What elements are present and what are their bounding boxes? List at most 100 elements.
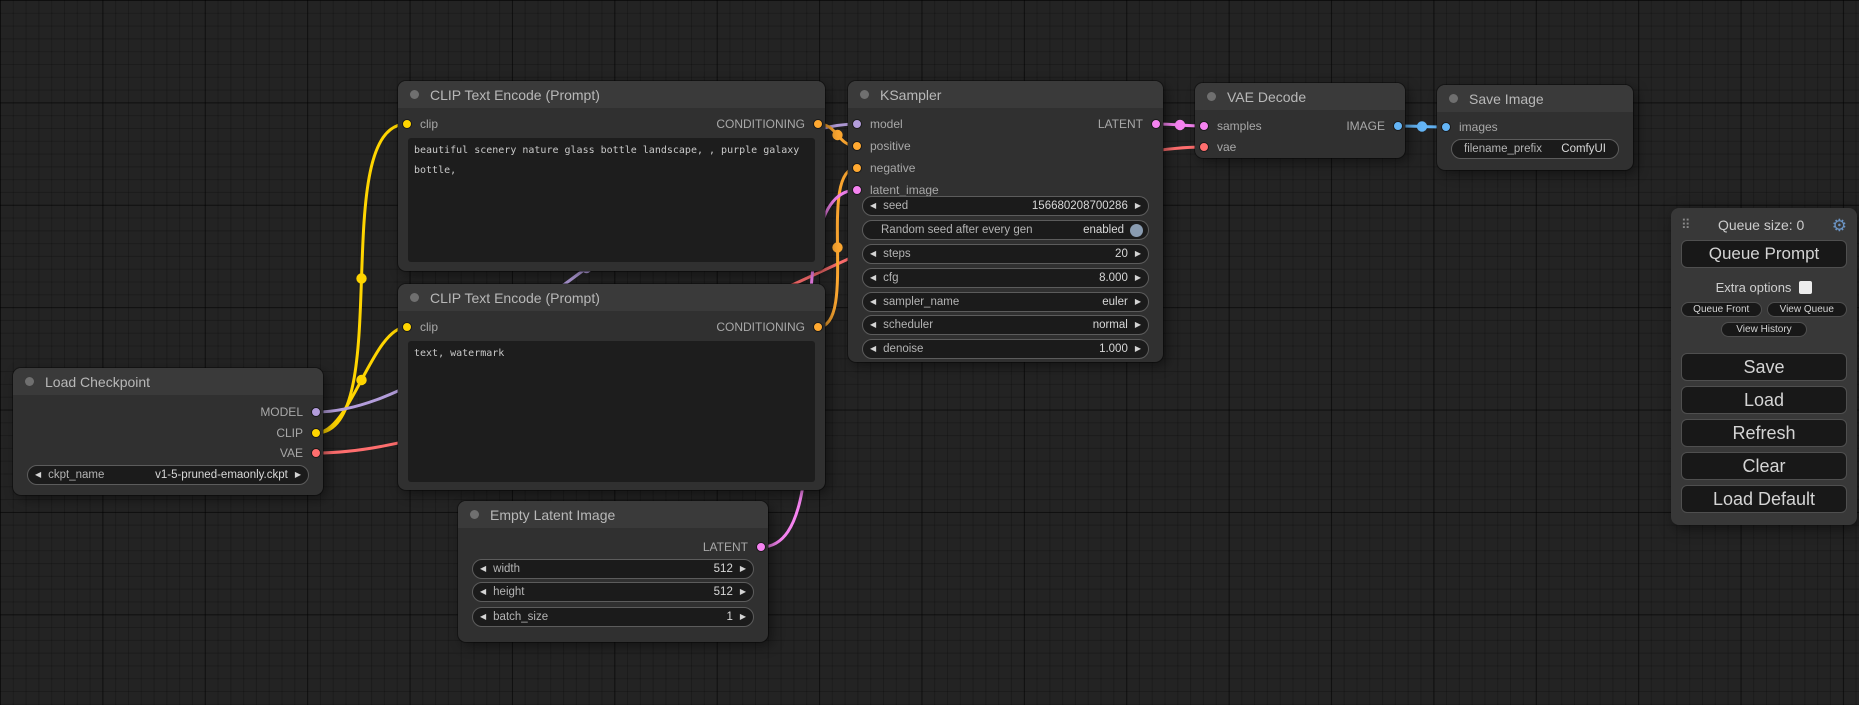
- output-port-LATENT: LATENT: [1098, 114, 1163, 134]
- node-load-checkpoint[interactable]: Load CheckpointMODELCLIPVAE◀ckpt_namev1-…: [13, 368, 323, 495]
- node-title-bar[interactable]: Empty Latent Image: [458, 501, 768, 528]
- node-title-bar[interactable]: Save Image: [1437, 85, 1633, 112]
- increment-arrow-icon[interactable]: ▶: [733, 583, 753, 601]
- input-port-images: images: [1437, 117, 1498, 137]
- latent_image-input-dot[interactable]: [852, 185, 862, 195]
- input-port-samples: samples: [1195, 116, 1262, 136]
- prompt-textarea[interactable]: beautiful scenery nature glass bottle la…: [408, 138, 815, 262]
- widget-width[interactable]: ◀width512▶: [472, 559, 754, 579]
- decrement-arrow-icon[interactable]: ◀: [863, 316, 883, 334]
- widget-seed[interactable]: ◀seed156680208700286▶: [862, 196, 1149, 216]
- view-history-button[interactable]: View History: [1721, 322, 1807, 337]
- LATENT-output-dot[interactable]: [756, 542, 766, 552]
- model-input-dot[interactable]: [852, 119, 862, 129]
- node-title-bar[interactable]: KSampler: [848, 81, 1163, 108]
- positive-input-dot[interactable]: [852, 141, 862, 151]
- decrement-arrow-icon[interactable]: ◀: [863, 293, 883, 311]
- widget-height[interactable]: ◀height512▶: [472, 582, 754, 602]
- widget-cfg[interactable]: ◀cfg8.000▶: [862, 268, 1149, 288]
- link-midpoint-dot[interactable]: [356, 273, 366, 283]
- decrement-arrow-icon[interactable]: ◀: [863, 245, 883, 263]
- increment-arrow-icon[interactable]: ▶: [1128, 293, 1148, 311]
- node-title-label: Empty Latent Image: [490, 507, 615, 523]
- node-clip-text-encode-positive[interactable]: CLIP Text Encode (Prompt)clipCONDITIONIN…: [398, 81, 825, 271]
- node-clip-text-encode-negative[interactable]: CLIP Text Encode (Prompt)clipCONDITIONIN…: [398, 284, 825, 490]
- increment-arrow-icon[interactable]: ▶: [1128, 316, 1148, 334]
- collapse-dot-icon[interactable]: [410, 293, 419, 302]
- CLIP-output-dot[interactable]: [311, 428, 321, 438]
- IMAGE-output-dot[interactable]: [1393, 121, 1403, 131]
- gear-icon[interactable]: ⚙: [1832, 217, 1847, 234]
- widget-batch_size[interactable]: ◀batch_size1▶: [472, 607, 754, 627]
- node-graph-canvas[interactable]: CLIP Text Encode (Prompt)clipCONDITIONIN…: [0, 0, 1859, 705]
- load-default-button[interactable]: Load Default: [1681, 485, 1847, 513]
- widget-denoise[interactable]: ◀denoise1.000▶: [862, 339, 1149, 359]
- decrement-arrow-icon[interactable]: ◀: [473, 583, 493, 601]
- save-button[interactable]: Save: [1681, 353, 1847, 381]
- node-vae-decode[interactable]: VAE DecodesamplesvaeIMAGE: [1195, 83, 1405, 158]
- increment-arrow-icon[interactable]: ▶: [1128, 197, 1148, 215]
- load-button[interactable]: Load: [1681, 386, 1847, 414]
- widget-scheduler[interactable]: ◀schedulernormal▶: [862, 315, 1149, 335]
- increment-arrow-icon[interactable]: ▶: [1128, 269, 1148, 287]
- link-midpoint-dot[interactable]: [832, 130, 842, 140]
- widget-sampler_name[interactable]: ◀sampler_nameeuler▶: [862, 292, 1149, 312]
- collapse-dot-icon[interactable]: [1449, 94, 1458, 103]
- toggle-knob-icon[interactable]: [1130, 224, 1143, 237]
- queue-front-button[interactable]: Queue Front: [1681, 302, 1762, 317]
- node-empty-latent-image[interactable]: Empty Latent ImageLATENT◀width512▶◀heigh…: [458, 501, 768, 642]
- vae-input-dot[interactable]: [1199, 142, 1209, 152]
- node-save-image[interactable]: Save Image imagesfilename_prefixComfyUI: [1437, 85, 1633, 170]
- increment-arrow-icon[interactable]: ▶: [1128, 245, 1148, 263]
- link-midpoint-dot[interactable]: [356, 375, 366, 385]
- clip-input-dot[interactable]: [402, 322, 412, 332]
- decrement-arrow-icon[interactable]: ◀: [863, 269, 883, 287]
- CONDITIONING-output-dot[interactable]: [813, 119, 823, 129]
- queue-prompt-button[interactable]: Queue Prompt: [1681, 240, 1847, 268]
- collapse-dot-icon[interactable]: [1207, 92, 1216, 101]
- extra-options-checkbox[interactable]: [1799, 281, 1812, 294]
- decrement-arrow-icon[interactable]: ◀: [863, 197, 883, 215]
- refresh-button[interactable]: Refresh: [1681, 419, 1847, 447]
- widget-label: denoise: [883, 343, 923, 355]
- increment-arrow-icon[interactable]: ▶: [288, 466, 308, 484]
- node-title-bar[interactable]: Load Checkpoint: [13, 368, 323, 395]
- decrement-arrow-icon[interactable]: ◀: [863, 340, 883, 358]
- collapse-dot-icon[interactable]: [410, 90, 419, 99]
- increment-arrow-icon[interactable]: ▶: [733, 608, 753, 626]
- node-title-bar[interactable]: CLIP Text Encode (Prompt): [398, 284, 825, 311]
- drag-handle-icon[interactable]: ⠿: [1681, 217, 1691, 233]
- node-title-bar[interactable]: CLIP Text Encode (Prompt): [398, 81, 825, 108]
- decrement-arrow-icon[interactable]: ◀: [28, 466, 48, 484]
- output-port-MODEL: MODEL: [260, 402, 323, 422]
- node-ksampler[interactable]: KSamplermodelpositivenegativelatent_imag…: [848, 81, 1163, 362]
- MODEL-output-dot[interactable]: [311, 407, 321, 417]
- collapse-dot-icon[interactable]: [470, 510, 479, 519]
- widget-value: 512: [714, 563, 733, 575]
- LATENT-output-dot[interactable]: [1151, 119, 1161, 129]
- images-input-dot[interactable]: [1441, 122, 1451, 132]
- prompt-textarea[interactable]: text, watermark: [408, 341, 815, 482]
- collapse-dot-icon[interactable]: [860, 90, 869, 99]
- widget-steps[interactable]: ◀steps20▶: [862, 244, 1149, 264]
- CONDITIONING-output-dot[interactable]: [813, 322, 823, 332]
- widget-ckpt_name[interactable]: ◀ckpt_namev1-5-pruned-emaonly.ckpt▶: [27, 465, 309, 485]
- increment-arrow-icon[interactable]: ▶: [733, 560, 753, 578]
- collapse-dot-icon[interactable]: [25, 377, 34, 386]
- increment-arrow-icon[interactable]: ▶: [1128, 340, 1148, 358]
- decrement-arrow-icon[interactable]: ◀: [473, 560, 493, 578]
- view-queue-button[interactable]: View Queue: [1767, 302, 1848, 317]
- link-midpoint-dot[interactable]: [1175, 120, 1185, 130]
- negative-input-dot[interactable]: [852, 163, 862, 173]
- samples-input-dot[interactable]: [1199, 121, 1209, 131]
- VAE-output-dot[interactable]: [311, 448, 321, 458]
- widget-Random seed after every gen[interactable]: Random seed after every genenabled: [862, 220, 1149, 240]
- widget-label: filename_prefix: [1464, 143, 1542, 155]
- clear-button[interactable]: Clear: [1681, 452, 1847, 480]
- widget-filename_prefix[interactable]: filename_prefixComfyUI: [1451, 139, 1619, 159]
- node-title-bar[interactable]: VAE Decode: [1195, 83, 1405, 110]
- decrement-arrow-icon[interactable]: ◀: [473, 608, 493, 626]
- link-midpoint-dot[interactable]: [832, 242, 842, 252]
- link-midpoint-dot[interactable]: [1417, 121, 1427, 131]
- clip-input-dot[interactable]: [402, 119, 412, 129]
